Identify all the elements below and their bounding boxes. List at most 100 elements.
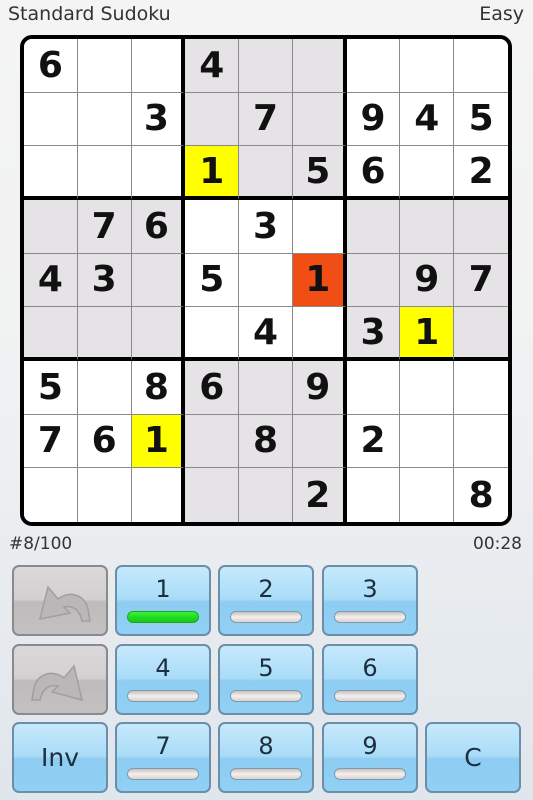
grid-cell[interactable] [185, 307, 240, 361]
number-button-4[interactable]: 4 [115, 644, 211, 715]
grid-cell[interactable] [185, 414, 240, 469]
grid-cell[interactable]: 7 [77, 200, 132, 254]
grid-cell[interactable] [24, 200, 78, 254]
grid-cell[interactable] [346, 468, 401, 522]
grid-cell[interactable] [292, 92, 347, 147]
number-button-5[interactable]: 5 [218, 644, 314, 715]
grid-cell[interactable] [77, 146, 132, 200]
number-indicator [230, 690, 302, 702]
grid-cell[interactable] [292, 307, 347, 361]
grid-cell[interactable] [346, 200, 401, 254]
grid-cell[interactable]: 3 [239, 200, 293, 254]
grid-cell[interactable]: 6 [346, 146, 401, 200]
number-button-9[interactable]: 9 [322, 722, 418, 793]
grid-cell[interactable]: 5 [24, 361, 78, 415]
grid-cell[interactable] [239, 361, 293, 415]
grid-cell[interactable] [400, 414, 455, 469]
grid-cell[interactable]: 7 [24, 414, 78, 469]
number-label: 4 [155, 654, 171, 682]
grid-cell[interactable]: 5 [185, 253, 240, 308]
grid-cell[interactable] [239, 468, 293, 522]
number-label: 2 [258, 575, 274, 603]
grid-cell[interactable]: 4 [24, 253, 78, 308]
grid-cell[interactable] [400, 146, 455, 200]
grid-cell[interactable] [185, 200, 240, 254]
clear-label: C [464, 743, 482, 772]
grid-cell[interactable]: 8 [454, 468, 508, 522]
grid-cell[interactable] [346, 39, 401, 93]
grid-cell[interactable] [239, 253, 293, 308]
redo-button[interactable] [12, 644, 108, 715]
grid-cell[interactable]: 2 [454, 146, 508, 200]
grid-cell[interactable] [346, 253, 401, 308]
grid-cell[interactable] [185, 468, 240, 522]
grid-cell[interactable] [400, 361, 455, 415]
grid-cell[interactable] [77, 307, 132, 361]
grid-cell[interactable] [24, 146, 78, 200]
grid-cell[interactable] [454, 39, 508, 93]
grid-cell[interactable] [346, 361, 401, 415]
grid-cell[interactable] [239, 146, 293, 200]
grid-cell[interactable]: 3 [77, 253, 132, 308]
undo-button[interactable] [12, 565, 108, 636]
grid-cell[interactable]: 1 [185, 146, 240, 200]
grid-cell[interactable] [292, 39, 347, 93]
grid-cell[interactable] [400, 39, 455, 93]
grid-cell[interactable]: 9 [400, 253, 455, 308]
number-button-6[interactable]: 6 [322, 644, 418, 715]
grid-cell[interactable]: 6 [24, 39, 78, 93]
grid-cell[interactable] [131, 307, 186, 361]
grid-cell[interactable] [454, 414, 508, 469]
grid-cell[interactable] [131, 39, 186, 93]
grid-cell[interactable]: 3 [346, 307, 401, 361]
grid-cell[interactable]: 3 [131, 92, 186, 147]
grid-cell[interactable]: 4 [185, 39, 240, 93]
clear-button[interactable]: C [425, 722, 521, 793]
grid-cell[interactable]: 1 [292, 253, 347, 308]
grid-cell[interactable] [400, 200, 455, 254]
number-button-2[interactable]: 2 [218, 565, 314, 636]
number-button-8[interactable]: 8 [218, 722, 314, 793]
grid-cell[interactable]: 1 [131, 414, 186, 469]
grid-cell[interactable]: 7 [239, 92, 293, 147]
grid-cell[interactable]: 2 [346, 414, 401, 469]
grid-cell[interactable] [24, 468, 78, 522]
grid-cell[interactable] [185, 92, 240, 147]
grid-cell[interactable] [454, 307, 508, 361]
grid-cell[interactable]: 6 [185, 361, 240, 415]
grid-cell[interactable]: 2 [292, 468, 347, 522]
grid-cell[interactable] [131, 468, 186, 522]
number-button-7[interactable]: 7 [115, 722, 211, 793]
grid-cell[interactable]: 9 [292, 361, 347, 415]
grid-cell[interactable]: 8 [239, 414, 293, 469]
timer: 00:28 [473, 534, 522, 554]
grid-cell[interactable] [24, 307, 78, 361]
number-button-1[interactable]: 1 [115, 565, 211, 636]
grid-cell[interactable] [131, 146, 186, 200]
grid-cell[interactable]: 5 [292, 146, 347, 200]
grid-cell[interactable]: 8 [131, 361, 186, 415]
grid-cell[interactable] [292, 414, 347, 469]
grid-cell[interactable] [400, 468, 455, 522]
grid-cell[interactable] [454, 361, 508, 415]
grid-cell[interactable] [77, 468, 132, 522]
grid-cell[interactable] [24, 92, 78, 147]
grid-cell[interactable]: 5 [454, 92, 508, 147]
grid-cell[interactable] [292, 200, 347, 254]
grid-cell[interactable] [131, 253, 186, 308]
grid-cell[interactable]: 6 [77, 414, 132, 469]
grid-cell[interactable]: 1 [400, 307, 455, 361]
number-button-3[interactable]: 3 [322, 565, 418, 636]
grid-cell[interactable] [77, 92, 132, 147]
grid-cell[interactable]: 6 [131, 200, 186, 254]
invert-button[interactable]: Inv [12, 722, 108, 793]
grid-cell[interactable] [77, 361, 132, 415]
grid-cell[interactable]: 4 [239, 307, 293, 361]
grid-cell[interactable]: 7 [454, 253, 508, 308]
grid-cell[interactable]: 9 [346, 92, 401, 147]
number-indicator-active [127, 611, 199, 623]
grid-cell[interactable] [239, 39, 293, 93]
grid-cell[interactable]: 4 [400, 92, 455, 147]
grid-cell[interactable] [454, 200, 508, 254]
grid-cell[interactable] [77, 39, 132, 93]
